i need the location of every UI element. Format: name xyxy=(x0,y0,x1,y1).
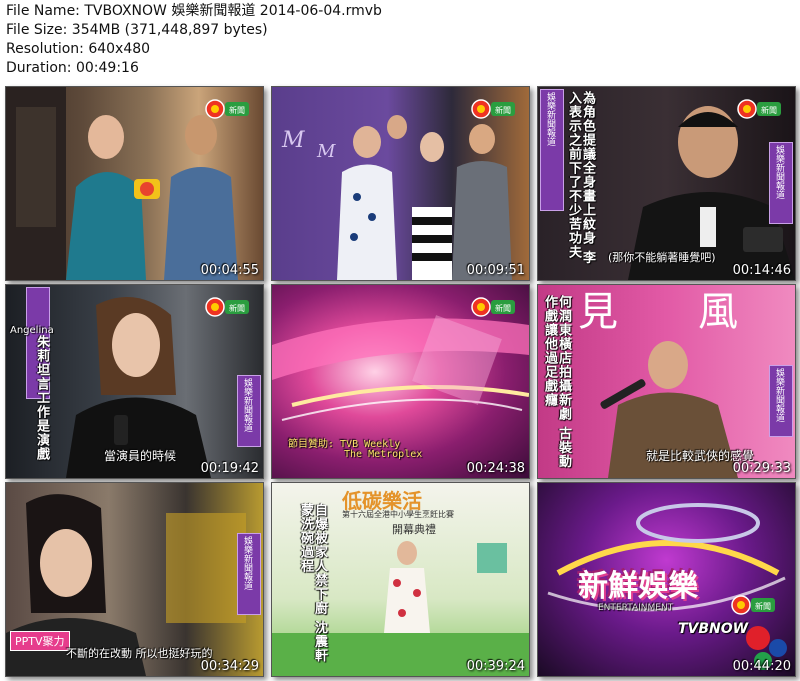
subtitle: 當演員的時候 xyxy=(104,449,177,463)
tvb-logo-icon: 新聞 xyxy=(205,97,249,121)
banner-subtitle: 第十六屆全港中小學生烹飪比賽 xyxy=(342,510,454,519)
svg-text:M: M xyxy=(316,141,336,162)
timecode: 00:24:38 xyxy=(466,461,525,476)
svg-text:新聞: 新聞 xyxy=(229,105,245,115)
svg-text:新聞: 新聞 xyxy=(229,303,245,313)
subtitle: 不斷的在改動 所以也挺好玩的 xyxy=(66,647,213,660)
program-strip: 娛樂新聞報道 xyxy=(237,375,261,447)
timecode: 00:09:51 xyxy=(466,263,525,278)
vertical-caption: 為角色提議全身畫上紋身 李入表示之前下了不少苦功夫 xyxy=(566,91,595,265)
duration: Duration: 00:49:16 xyxy=(6,60,139,76)
vertical-caption: 自爆被家人禁下廚 沈震軒蒙洗碗過程 xyxy=(298,503,327,663)
svg-text:新聞: 新聞 xyxy=(495,105,511,115)
timecode: 00:29:33 xyxy=(732,461,791,476)
thumbnail-8[interactable]: 低碳樂活 第十六屆全港中小學生烹飪比賽 開幕典禮 自爆被家人禁下廚 沈震軒蒙洗碗… xyxy=(271,482,530,677)
timecode: 00:34:29 xyxy=(200,659,259,674)
thumbnail-6[interactable]: 見 風 何潤東橫店拍攝新劇 古裝動作戲讓他過足戲癮 娛樂新聞報道 就是比較武俠的… xyxy=(537,284,796,479)
pptv-logo: PPTV聚力 xyxy=(10,631,70,651)
program-strip: 娛樂新聞報道 xyxy=(540,89,564,211)
program-strip: 娛樂新聞報道 xyxy=(237,533,261,615)
thumbnail-2[interactable]: M M 新聞 00:09:51 xyxy=(271,86,530,281)
tvb-logo-icon: 新聞 xyxy=(205,295,249,319)
tvb-logo-icon: 新聞 xyxy=(731,593,775,617)
svg-text:見: 見 xyxy=(578,289,618,335)
program-subtitle: ENTERTAINMENT xyxy=(598,603,674,613)
svg-text:風: 風 xyxy=(698,289,738,335)
program-strip: 娛樂新聞報道 xyxy=(769,365,793,437)
tvb-logo-icon: 新聞 xyxy=(471,97,515,121)
subtitle: (那你不能躺著睡覺吧) xyxy=(608,251,716,264)
vertical-caption: 何潤東橫店拍攝新劇 古裝動作戲讓他過足戲癮 xyxy=(542,295,571,469)
thumbnail-3[interactable]: 娛樂新聞報道 為角色提議全身畫上紋身 李入表示之前下了不少苦功夫 娛樂新聞報道 … xyxy=(537,86,796,281)
timecode: 00:14:46 xyxy=(732,263,791,278)
timecode: 00:04:55 xyxy=(200,263,259,278)
vertical-caption: 朱莉坦言工作是演戲 xyxy=(34,335,49,461)
watermark: TVBNOW xyxy=(678,621,749,637)
file-info: File Name: TVBOXNOW 娛樂新聞報道 2014-06-04.rm… xyxy=(6,2,382,78)
thumbnail-4[interactable]: Angelina 朱莉坦言工作是演戲 娛樂新聞報道 新聞 當演員的時候 00:1… xyxy=(5,284,264,479)
resolution: Resolution: 640x480 xyxy=(6,41,151,57)
sponsor-line-1: 節目贊助: TVB Weekly xyxy=(288,439,401,450)
sponsor-line-2: The Metroplex xyxy=(344,449,423,460)
banner-subtitle-2: 開幕典禮 xyxy=(392,523,436,536)
thumbnail-9[interactable]: 新鮮娛樂 ENTERTAINMENT TVBNOW 新聞 00:44:20 xyxy=(537,482,796,677)
svg-text:新聞: 新聞 xyxy=(761,105,777,115)
program-title: 新鮮娛樂 xyxy=(578,569,698,604)
tvb-logo-icon: 新聞 xyxy=(471,295,515,319)
svg-text:新聞: 新聞 xyxy=(755,601,771,611)
timecode: 00:19:42 xyxy=(200,461,259,476)
timecode: 00:44:20 xyxy=(732,659,791,674)
thumbnail-1[interactable]: 新聞 00:04:55 xyxy=(5,86,264,281)
svg-text:M: M xyxy=(281,128,305,153)
program-strip: 娛樂新聞報道 xyxy=(769,142,793,224)
thumbnail-7[interactable]: 娛樂新聞報道 PPTV聚力 不斷的在改動 所以也挺好玩的 00:34:29 xyxy=(5,482,264,677)
tvb-logo-icon: 新聞 xyxy=(737,97,781,121)
thumbnail-5[interactable]: 新聞 節目贊助: TVB Weekly The Metroplex 00:24:… xyxy=(271,284,530,479)
file-name: File Name: TVBOXNOW 娛樂新聞報道 2014-06-04.rm… xyxy=(6,3,382,19)
file-size: File Size: 354MB (371,448,897 bytes) xyxy=(6,22,268,38)
svg-text:新聞: 新聞 xyxy=(495,303,511,313)
timecode: 00:39:24 xyxy=(466,659,525,674)
